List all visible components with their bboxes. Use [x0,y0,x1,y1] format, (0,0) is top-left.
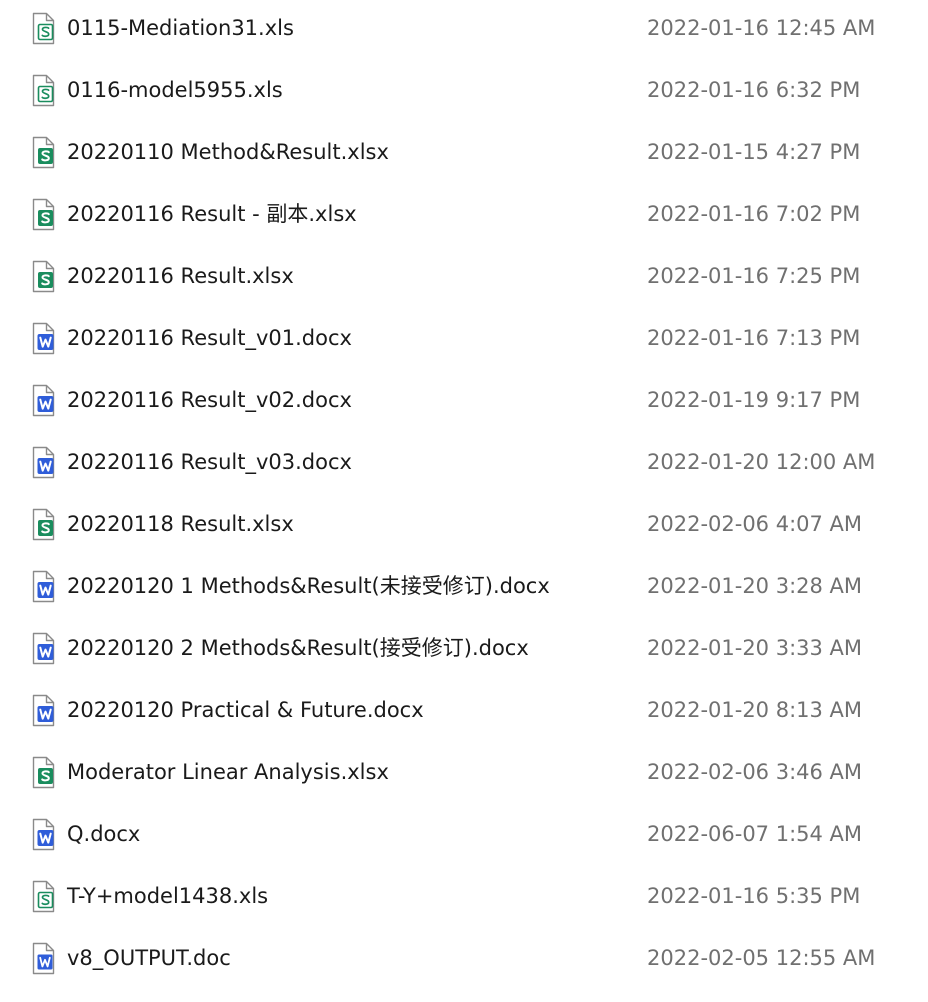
file-row[interactable]: Moderator Linear Analysis.xlsx 2022-02-0… [0,741,928,803]
file-name: 20220118 Result.xlsx [67,512,294,536]
file-row[interactable]: v8_OUTPUT.doc 2022-02-05 12:55 AM [0,927,928,989]
file-name: 20220110 Method&Result.xlsx [67,140,389,164]
file-name: v8_OUTPUT.doc [67,946,231,970]
file-name: Moderator Linear Analysis.xlsx [67,760,389,784]
file-date-modified: 2022-01-16 7:02 PM [647,202,861,226]
file-row[interactable]: 20220116 Result - 副本.xlsx 2022-01-16 7:0… [0,183,928,245]
file-row[interactable]: 20220120 2 Methods&Result(接受修订).docx 202… [0,617,928,679]
file-row[interactable]: 20220120 1 Methods&Result(未接受修订).docx 20… [0,555,928,617]
file-date-modified: 2022-01-16 12:45 AM [647,16,876,40]
file-row[interactable]: 20220116 Result_v03.docx 2022-01-20 12:0… [0,431,928,493]
file-row[interactable]: 20220116 Result.xlsx 2022-01-16 7:25 PM [0,245,928,307]
doc-word-icon [29,942,57,975]
word-doc-icon [29,818,57,851]
file-list: 0115-Mediation31.xls 2022-01-16 12:45 AM… [0,0,928,1002]
xlsx-sheet-icon [29,198,57,231]
word-doc-icon [29,384,57,417]
file-date-modified: 2022-06-07 1:54 AM [647,822,863,846]
file-row[interactable]: Q.docx 2022-06-07 1:54 AM [0,803,928,865]
file-date-modified: 2022-01-16 7:25 PM [647,264,861,288]
file-date-modified: 2022-02-06 4:07 AM [647,512,863,536]
file-name: 20220116 Result - 副本.xlsx [67,202,357,226]
file-date-modified: 2022-01-20 3:28 AM [647,574,863,598]
xls-sheet-icon [29,880,57,913]
xls-sheet-icon [29,74,57,107]
file-name: 20220120 1 Methods&Result(未接受修订).docx [67,574,550,598]
xls-sheet-icon [29,12,57,45]
file-row[interactable]: 0115-Mediation31.xls 2022-01-16 12:45 AM [0,0,928,59]
file-row[interactable]: 20220116 Result_v02.docx 2022-01-19 9:17… [0,369,928,431]
file-name: 0116-model5955.xls [67,78,283,102]
file-date-modified: 2022-01-20 8:13 AM [647,698,863,722]
file-row[interactable]: 20220116 Result_v01.docx 2022-01-16 7:13… [0,307,928,369]
word-doc-icon [29,322,57,355]
file-name: 20220116 Result_v02.docx [67,388,352,412]
file-row[interactable]: 20220118 Result.xlsx 2022-02-06 4:07 AM [0,493,928,555]
file-row[interactable]: 0116-model5955.xls 2022-01-16 6:32 PM [0,59,928,121]
file-name: 20220116 Result_v01.docx [67,326,352,350]
file-name: 0115-Mediation31.xls [67,16,294,40]
file-row[interactable]: T-Y+model1438.xls 2022-01-16 5:35 PM [0,865,928,927]
file-name: 20220120 2 Methods&Result(接受修订).docx [67,636,529,660]
file-name: T-Y+model1438.xls [67,884,269,908]
file-date-modified: 2022-01-20 3:33 AM [647,636,863,660]
file-name: Q.docx [67,822,141,846]
xlsx-sheet-icon [29,136,57,169]
file-date-modified: 2022-01-16 6:32 PM [647,78,861,102]
word-doc-icon [29,570,57,603]
xlsx-sheet-icon [29,260,57,293]
file-date-modified: 2022-01-16 7:13 PM [647,326,861,350]
file-date-modified: 2022-01-19 9:17 PM [647,388,861,412]
file-name: 20220116 Result.xlsx [67,264,294,288]
xlsx-sheet-icon [29,756,57,789]
file-date-modified: 2022-02-06 3:46 AM [647,760,863,784]
word-doc-icon [29,632,57,665]
file-name: 20220116 Result_v03.docx [67,450,352,474]
word-doc-icon [29,446,57,479]
file-row[interactable]: 20220110 Method&Result.xlsx 2022-01-15 4… [0,121,928,183]
xlsx-sheet-icon [29,508,57,541]
file-date-modified: 2022-01-20 12:00 AM [647,450,876,474]
file-row[interactable]: 20220120 Practical & Future.docx 2022-01… [0,679,928,741]
file-date-modified: 2022-02-05 12:55 AM [647,946,876,970]
file-date-modified: 2022-01-15 4:27 PM [647,140,861,164]
file-date-modified: 2022-01-16 5:35 PM [647,884,861,908]
word-doc-icon [29,694,57,727]
file-name: 20220120 Practical & Future.docx [67,698,424,722]
